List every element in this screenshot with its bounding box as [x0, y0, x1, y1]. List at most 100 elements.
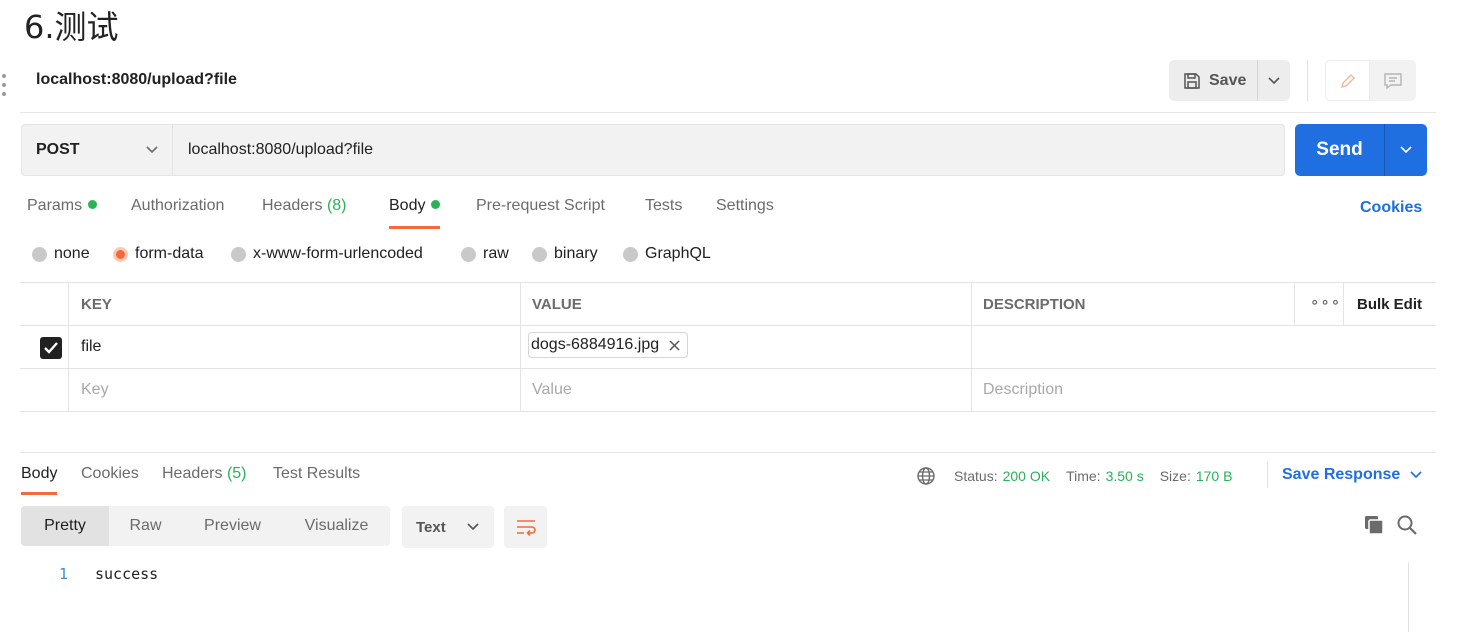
tab-authorization[interactable]: Authorization	[131, 197, 224, 229]
response-tab-body[interactable]: Body	[21, 465, 58, 495]
send-button-group: Send	[1295, 124, 1427, 176]
send-button[interactable]: Send	[1295, 124, 1384, 176]
status-value: 200 OK	[1002, 468, 1051, 484]
request-tabs: Params Authorization Headers (8) Body Pr…	[0, 197, 1462, 231]
save-button[interactable]: Save	[1169, 60, 1257, 101]
chevron-down-icon	[1410, 471, 1422, 479]
response-tab-headers[interactable]: Headers (5)	[162, 465, 247, 495]
radio-x-www-form-urlencoded[interactable]: x-www-form-urlencoded	[231, 245, 423, 263]
comment-icon	[1384, 72, 1402, 89]
status-label: Status:	[954, 468, 998, 484]
response-status-bar: Status: 200 OK Time: 3.50 s Size: 170 B	[916, 466, 1248, 486]
more-icon[interactable]: ∘∘∘	[1310, 293, 1341, 311]
tab-params[interactable]: Params	[27, 197, 98, 229]
column-divider	[520, 283, 521, 412]
bulk-edit-button[interactable]: Bulk Edit	[1357, 296, 1422, 313]
description-input[interactable]: Description	[983, 381, 1063, 399]
tab-pre-request-script[interactable]: Pre-request Script	[476, 197, 605, 229]
key-input[interactable]: Key	[81, 381, 109, 399]
format-label: Text	[416, 518, 446, 536]
radio-binary[interactable]: binary	[532, 245, 598, 263]
view-raw[interactable]: Raw	[109, 506, 182, 546]
file-chip[interactable]: dogs-6884916.jpg	[528, 332, 689, 358]
view-visualize[interactable]: Visualize	[283, 506, 390, 546]
column-header-description: DESCRIPTION	[983, 296, 1086, 313]
check-icon	[44, 342, 58, 354]
response-view-selector: Pretty Raw Preview Visualize	[21, 506, 390, 546]
line-number: 1	[59, 565, 69, 583]
size-value: 170 B	[1195, 468, 1233, 484]
radio-none[interactable]: none	[32, 245, 90, 263]
tab-body[interactable]: Body	[389, 197, 441, 229]
response-headers-count: (5)	[226, 465, 247, 482]
response-divider	[20, 452, 1436, 453]
view-pretty[interactable]: Pretty	[21, 506, 109, 546]
tab-headers[interactable]: Headers (8)	[262, 197, 347, 229]
params-indicator-icon	[88, 200, 98, 209]
time-value: 3.50 s	[1105, 468, 1144, 484]
radio-raw[interactable]: raw	[461, 245, 509, 263]
close-icon[interactable]	[669, 339, 680, 351]
save-label: Save	[1209, 71, 1247, 89]
radio-graphql[interactable]: GraphQL	[623, 245, 711, 263]
save-response-label: Save Response	[1282, 466, 1401, 483]
save-response-button[interactable]: Save Response	[1282, 466, 1422, 484]
chevron-down-icon	[1268, 76, 1280, 84]
send-dropdown-button[interactable]	[1384, 124, 1427, 176]
time-label: Time:	[1066, 468, 1101, 484]
tab-label: Headers	[162, 465, 223, 482]
radio-dot	[623, 246, 638, 262]
tab-label: Headers	[262, 197, 323, 214]
cookies-link[interactable]: Cookies	[1360, 199, 1422, 217]
radio-label: binary	[554, 245, 598, 262]
radio-dot	[532, 246, 547, 262]
url-input[interactable]: localhost:8080/upload?file	[173, 124, 1285, 176]
row-key[interactable]: file	[81, 338, 101, 356]
response-body-line: success	[95, 565, 159, 583]
wrap-lines-icon	[516, 520, 536, 536]
comments-button[interactable]	[1370, 60, 1416, 101]
drag-handle-icon[interactable]	[2, 74, 8, 101]
save-button-group: Save	[1169, 60, 1290, 101]
save-dropdown-button[interactable]	[1257, 60, 1290, 101]
view-preview[interactable]: Preview	[182, 506, 283, 546]
globe-icon[interactable]	[916, 466, 936, 486]
tab-settings[interactable]: Settings	[716, 197, 774, 229]
scrollbar-track[interactable]	[1408, 562, 1409, 632]
search-icon[interactable]	[1396, 514, 1418, 536]
radio-dot	[461, 246, 476, 262]
radio-label: raw	[483, 245, 509, 262]
body-type-radios: none form-data x-www-form-urlencoded raw…	[0, 245, 1462, 267]
radio-label: x-www-form-urlencoded	[253, 245, 423, 262]
form-data-table: KEY VALUE DESCRIPTION ∘∘∘ Bulk Edit file…	[20, 282, 1436, 413]
value-input[interactable]: Value	[532, 381, 572, 399]
chevron-down-icon	[146, 146, 158, 154]
method-select[interactable]: POST	[21, 124, 173, 176]
table-row-empty: Key Value Description	[20, 369, 1436, 412]
format-select[interactable]: Text	[402, 506, 494, 548]
column-header-value: VALUE	[532, 296, 582, 313]
radio-dot	[231, 246, 246, 262]
wrap-lines-button[interactable]	[504, 506, 547, 548]
column-divider	[971, 283, 972, 412]
radio-label: GraphQL	[645, 245, 711, 262]
response-tab-test-results[interactable]: Test Results	[273, 465, 360, 495]
size-label: Size:	[1159, 468, 1191, 484]
chevron-down-icon	[1400, 146, 1412, 154]
documentation-button[interactable]	[1325, 60, 1370, 101]
tab-tests[interactable]: Tests	[645, 197, 682, 229]
body-indicator-icon	[431, 200, 441, 209]
column-divider	[1294, 283, 1295, 326]
radio-form-data[interactable]: form-data	[113, 245, 203, 263]
header-divider	[20, 112, 1436, 113]
column-divider	[68, 283, 69, 412]
tab-label: Body	[389, 197, 426, 214]
response-tab-cookies[interactable]: Cookies	[81, 465, 139, 495]
file-name: dogs-6884916.jpg	[531, 336, 660, 353]
request-title[interactable]: localhost:8080/upload?file	[36, 71, 237, 89]
radio-dot-selected	[113, 246, 128, 262]
copy-icon[interactable]	[1363, 514, 1385, 536]
column-header-key: KEY	[81, 296, 112, 313]
pencil-icon	[1340, 73, 1355, 88]
row-checkbox[interactable]	[40, 337, 62, 359]
